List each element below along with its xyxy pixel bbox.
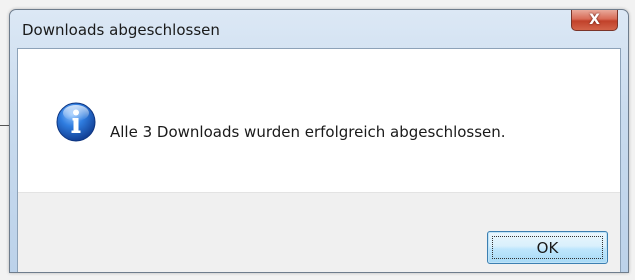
dialog-window: Downloads abgeschlossen X Alle 3 Downloa… <box>9 9 629 273</box>
background-edge <box>0 125 9 126</box>
dialog-client-area: Alle 3 Downloads wurden erfolgreich abge… <box>17 48 621 272</box>
ok-button[interactable]: OK <box>487 231 608 264</box>
dialog-title: Downloads abgeschlossen <box>22 21 220 39</box>
message-text: Alle 3 Downloads wurden erfolgreich abge… <box>110 123 506 141</box>
close-button[interactable]: X <box>571 10 618 31</box>
close-icon: X <box>589 12 600 28</box>
title-bar[interactable]: Downloads abgeschlossen X <box>10 10 628 48</box>
info-icon <box>56 102 96 142</box>
ok-button-label: OK <box>536 238 559 257</box>
button-bar: OK <box>18 192 620 272</box>
message-area: Alle 3 Downloads wurden erfolgreich abge… <box>18 49 620 192</box>
